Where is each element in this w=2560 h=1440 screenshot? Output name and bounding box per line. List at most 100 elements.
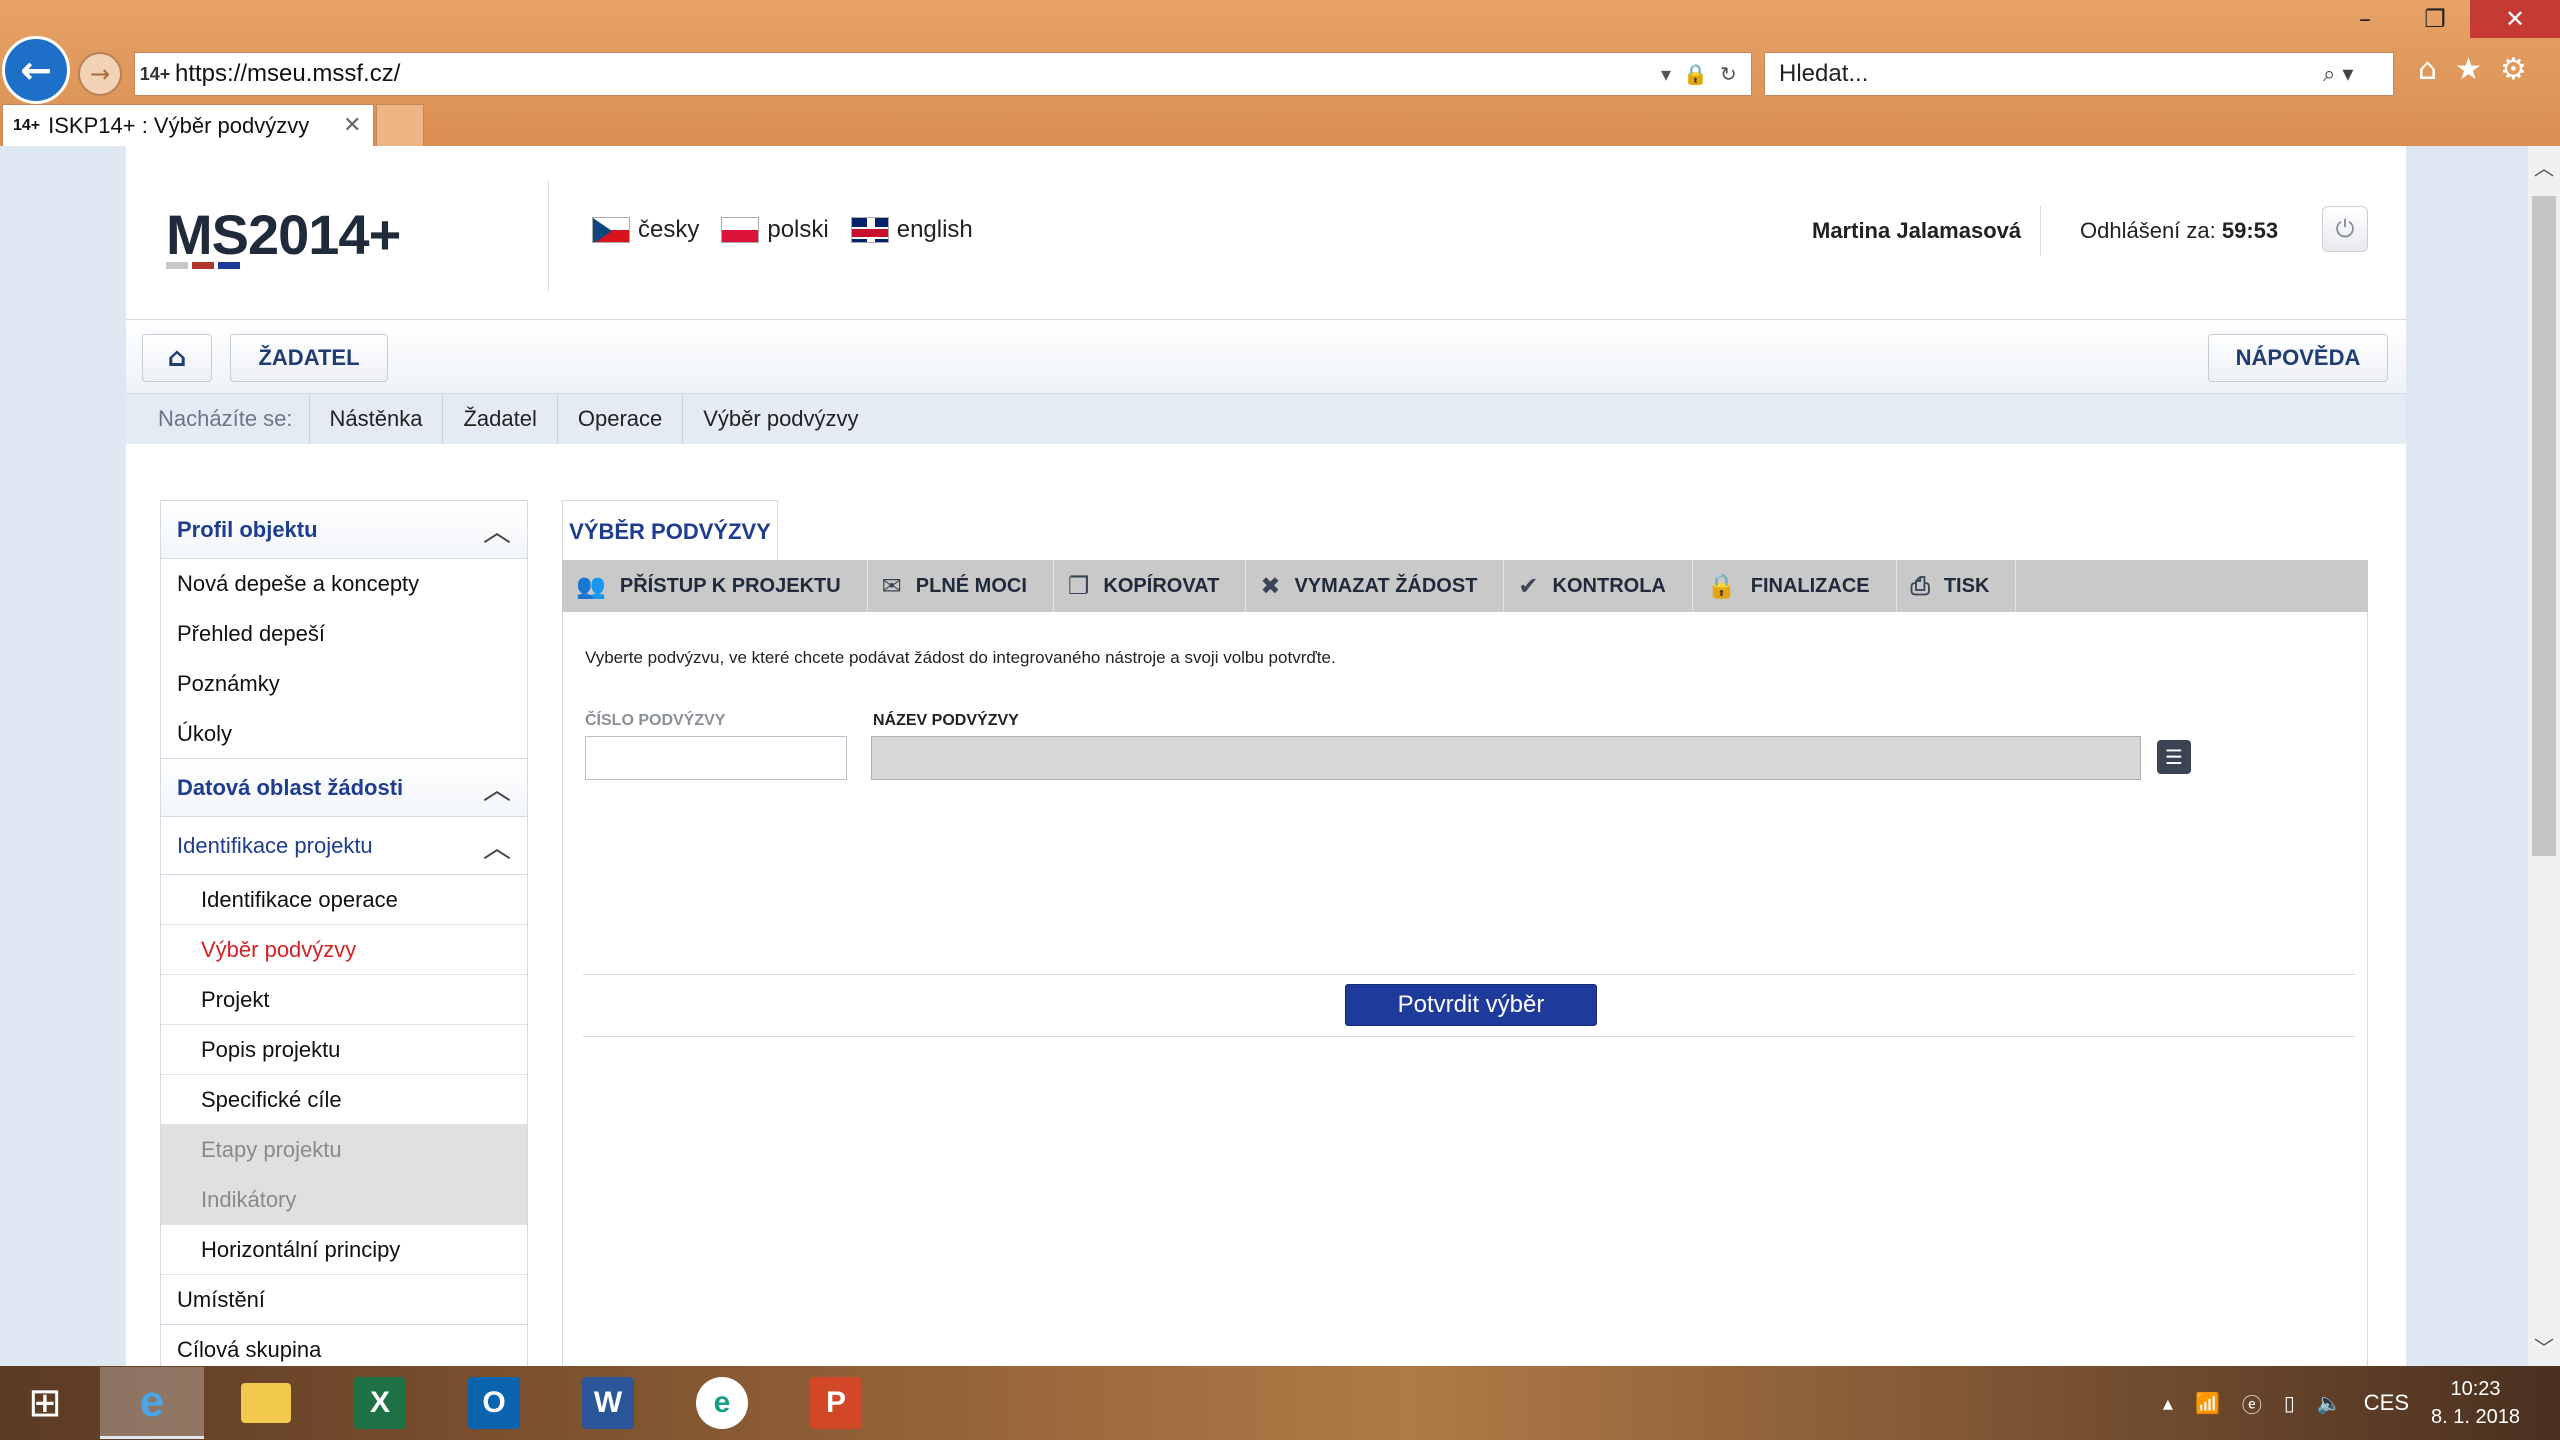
tab-title: ISKP14+ : Výběr podvýzvy	[48, 112, 310, 138]
tab-vyber-podvyzvy[interactable]: VÝBĚR PODVÝZVY	[562, 500, 778, 562]
scroll-thumb[interactable]	[2532, 196, 2556, 856]
envelope-icon: ✉	[881, 572, 902, 600]
lang-english[interactable]: english	[850, 216, 973, 244]
dropdown-icon[interactable]: ▾	[1661, 62, 1671, 86]
battery-icon[interactable]: ▯	[2284, 1391, 2295, 1415]
sidebar-item[interactable]: Poznámky	[161, 659, 527, 709]
tray-expand-icon[interactable]: ▴	[2163, 1391, 2173, 1415]
toolbar-label: PLNÉ MOCI	[915, 574, 1027, 597]
sidebar-section-datova-oblast[interactable]: Datová oblast žádosti ︿	[161, 759, 527, 817]
volume-icon[interactable]: 🔈	[2317, 1391, 2342, 1415]
select-list-button[interactable]: ☰	[2157, 740, 2191, 774]
logout-power-button[interactable]: ⏻	[2322, 206, 2368, 252]
chevron-up-icon[interactable]: ︿	[483, 826, 511, 866]
taskbar-app-ie[interactable]: e	[100, 1367, 204, 1439]
browser-tab[interactable]: 14+ ISKP14+ : Výběr podvýzvy ✕	[2, 104, 374, 146]
start-button[interactable]: ⊞	[0, 1366, 90, 1440]
sidebar-subitem[interactable]: Horizontální principy	[161, 1225, 527, 1275]
restore-button[interactable]: ❐	[2400, 0, 2470, 38]
lock-icon[interactable]: 🔒	[1683, 62, 1708, 86]
settings-gear-icon[interactable]: ⚙	[2500, 52, 2527, 87]
sidebar-subsection-identifikace[interactable]: Identifikace projektu ︿	[161, 817, 527, 875]
window-controls: – ❐ ✕	[2330, 0, 2560, 38]
chevron-up-icon[interactable]: ︿	[483, 768, 511, 808]
search-box[interactable]: Hledat... ⌕ ▾	[1764, 52, 2394, 96]
sidebar-subitem[interactable]: Specifické cíle	[161, 1075, 527, 1125]
home-icon[interactable]: ⌂	[2418, 52, 2437, 87]
back-button[interactable]: ←	[2, 36, 70, 104]
section-title: Datová oblast žádosti	[177, 774, 404, 800]
browser-icons: ⌂ ★ ⚙	[2418, 52, 2527, 87]
taskbar-app-outlook[interactable]: O	[442, 1367, 546, 1439]
taskbar-app-excel[interactable]: X	[328, 1367, 432, 1439]
forward-button[interactable]: →	[78, 52, 122, 96]
cislo-podvyzvy-input[interactable]	[585, 736, 847, 780]
sidebar-item[interactable]: Umístění	[161, 1275, 527, 1325]
app-tray-icon[interactable]: ⓔ	[2242, 1389, 2262, 1418]
help-button[interactable]: NÁPOVĚDA	[2208, 334, 2388, 382]
sidebar-subitem[interactable]: Projekt	[161, 975, 527, 1025]
taskbar-app-powerpoint[interactable]: P	[784, 1367, 888, 1439]
network-signal-icon[interactable]: 📶	[2195, 1391, 2220, 1415]
ms2014-logo[interactable]: MS2014+	[166, 202, 402, 269]
print-button[interactable]: ⎙ TISK	[1897, 560, 2017, 612]
taskbar-app-explorer[interactable]	[214, 1367, 318, 1439]
sidebar-subitem[interactable]: Identifikace operace	[161, 875, 527, 925]
breadcrumb-item-current: Výběr podvýzvy	[682, 394, 878, 444]
breadcrumb-item[interactable]: Operace	[556, 394, 682, 444]
favorites-star-icon[interactable]: ★	[2455, 52, 2482, 87]
nazev-podvyzvy-label: NÁZEV PODVÝZVY	[873, 712, 1019, 729]
lang-polish[interactable]: polski	[721, 216, 829, 244]
finalize-button[interactable]: 🔒 FINALIZACE	[1693, 560, 1897, 612]
refresh-icon[interactable]: ↻	[1720, 62, 1737, 86]
new-tab-button[interactable]	[376, 104, 424, 146]
subsection-title: Identifikace projektu	[177, 832, 373, 858]
sidebar-item[interactable]: Nová depeše a koncepty	[161, 559, 527, 609]
user-name[interactable]: Martina Jalamasová	[1812, 218, 2021, 244]
search-input[interactable]: Hledat...	[1779, 60, 2323, 88]
input-language[interactable]: CES	[2364, 1390, 2409, 1416]
sidebar: Profil objektu ︿ Nová depeše a koncepty …	[160, 500, 528, 1366]
chevron-up-icon[interactable]: ︿	[483, 510, 511, 550]
sidebar-subitem[interactable]: Popis projektu	[161, 1025, 527, 1075]
scroll-up-icon[interactable]: ︿	[2528, 146, 2560, 186]
breadcrumb-item[interactable]: Nástěnka	[308, 394, 443, 444]
taskbar-app-word[interactable]: W	[556, 1367, 660, 1439]
confirm-selection-button[interactable]: Potvrdit výběr	[1345, 984, 1597, 1026]
logo-plus: +	[368, 203, 402, 266]
access-project-button[interactable]: 👥 PŘÍSTUP K PROJEKTU	[562, 560, 868, 612]
power-of-attorney-button[interactable]: ✉ PLNÉ MOCI	[868, 560, 1054, 612]
clock[interactable]: 10:23 8. 1. 2018	[2431, 1375, 2520, 1431]
close-tab-icon[interactable]: ✕	[343, 113, 373, 138]
sidebar-section-profil[interactable]: Profil objektu ︿	[161, 501, 527, 559]
web-page: MS2014+ česky polski english Martina Jal…	[126, 146, 2406, 1366]
sidebar-item[interactable]: Úkoly	[161, 709, 527, 759]
close-button[interactable]: ✕	[2470, 0, 2560, 38]
copy-button[interactable]: ❐ KOPÍROVAT	[1054, 560, 1247, 612]
nazev-podvyzvy-input	[871, 736, 2141, 780]
powerpoint-icon: P	[810, 1377, 862, 1429]
page-scrollbar[interactable]: ︿ ﹀	[2528, 146, 2560, 1366]
scroll-down-icon[interactable]: ﹀	[2528, 1326, 2560, 1366]
delete-application-button[interactable]: ✖ VYMAZAT ŽÁDOST	[1246, 560, 1505, 612]
sidebar-item[interactable]: Přehled depeší	[161, 609, 527, 659]
printer-icon: ⎙	[1910, 572, 1930, 600]
lang-czech[interactable]: česky	[592, 216, 699, 244]
zadatel-button[interactable]: ŽADATEL	[230, 334, 388, 382]
logout-label: Odhlášení za:	[2080, 218, 2216, 243]
check-button[interactable]: ✔ KONTROLA	[1504, 560, 1693, 612]
url-text[interactable]: https://mseu.mssf.cz/	[175, 60, 1661, 88]
search-icon[interactable]: ⌕ ▾	[2323, 62, 2393, 87]
home-button[interactable]: ⌂	[142, 334, 212, 382]
app-e-icon: e	[696, 1377, 748, 1429]
sidebar-subitem-active[interactable]: Výběr podvýzvy	[161, 925, 527, 975]
minimize-button[interactable]: –	[2330, 0, 2400, 38]
form-panel: Vyberte podvýzvu, ve které chcete podáva…	[562, 612, 2368, 1366]
language-switcher: česky polski english	[592, 216, 973, 244]
breadcrumb-item[interactable]: Žadatel	[442, 394, 556, 444]
cross-icon: ✖	[1260, 572, 1281, 600]
address-bar[interactable]: 14+ https://mseu.mssf.cz/ ▾ 🔒 ↻	[134, 52, 1752, 96]
sidebar-item[interactable]: Cílová skupina	[161, 1325, 527, 1366]
taskbar-app-edge[interactable]: e	[670, 1367, 774, 1439]
logout-time: 59:53	[2221, 218, 2279, 243]
